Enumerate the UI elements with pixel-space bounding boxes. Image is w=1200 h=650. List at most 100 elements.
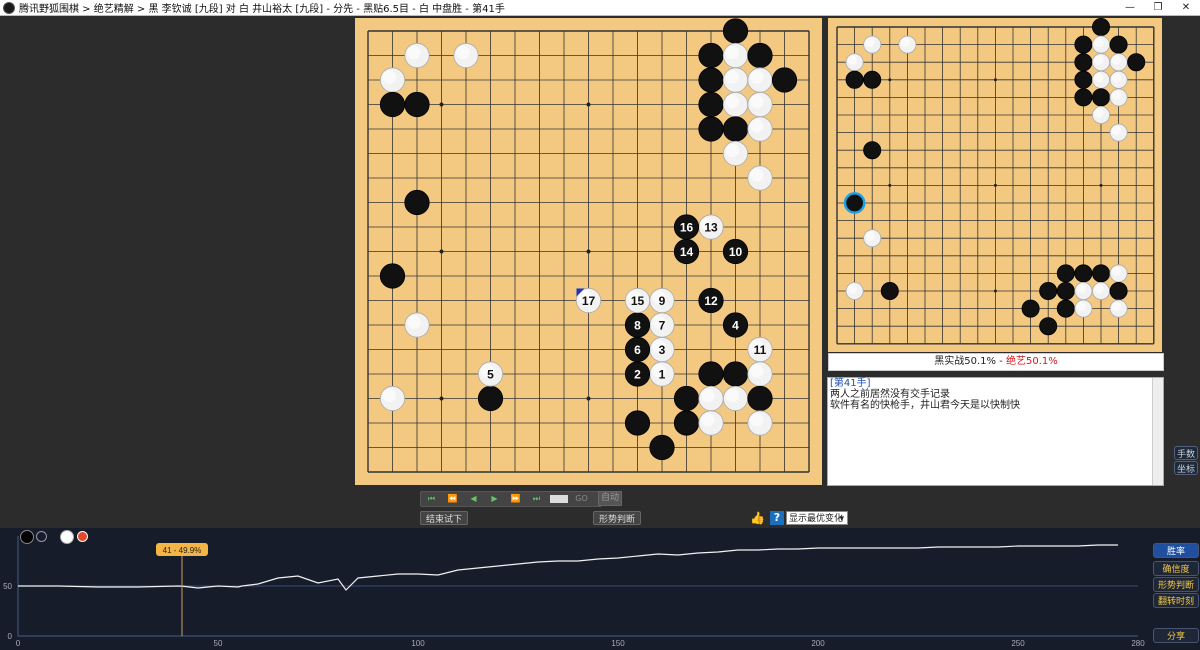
white-stone xyxy=(722,140,749,167)
move-number: 11 xyxy=(754,343,767,357)
help-icon[interactable]: ? xyxy=(770,511,784,525)
star-point xyxy=(993,183,997,187)
chart-tab-confidence[interactable]: 确信度 xyxy=(1153,561,1199,576)
move-number: 14 xyxy=(680,245,694,259)
black-stone xyxy=(1074,264,1093,283)
star-point xyxy=(993,78,997,82)
white-stone xyxy=(898,35,917,54)
end-trial-button[interactable]: 结束试下 xyxy=(420,511,468,525)
black-stone xyxy=(1039,317,1058,336)
black-stone xyxy=(1109,35,1128,54)
chart-tab-situation[interactable]: 形势判断 xyxy=(1153,577,1199,592)
move-number: 6 xyxy=(634,343,641,357)
go-button[interactable]: GO xyxy=(571,493,592,505)
first-move-icon[interactable]: ⏮ xyxy=(421,493,442,505)
black-stone xyxy=(1021,299,1040,318)
black-stone xyxy=(771,67,798,93)
black-stone xyxy=(845,70,864,89)
black-stone xyxy=(379,263,406,289)
x-tick-label: 150 xyxy=(611,639,625,648)
previous-move-icon[interactable]: ◀ xyxy=(463,493,484,505)
black-stone xyxy=(863,70,882,89)
comment-scrollbar[interactable] xyxy=(1152,378,1163,485)
move-number: 2 xyxy=(634,367,641,381)
thumbs-up-icon[interactable]: 👍 xyxy=(750,511,765,525)
white-stone xyxy=(1074,281,1093,300)
ai-winrate-label: 绝艺50.1% xyxy=(1005,356,1058,367)
white-stone: 9 xyxy=(649,287,675,314)
white-stone xyxy=(1091,281,1110,300)
black-stone: 10 xyxy=(722,238,749,265)
white-stone: 7 xyxy=(649,312,675,338)
white-stone xyxy=(722,91,749,118)
judge-button[interactable]: 形势判断 xyxy=(593,511,641,525)
chart-tab-winrate[interactable]: 胜率 xyxy=(1153,543,1199,558)
x-tick-label: 280 xyxy=(1131,639,1145,648)
move-number: 7 xyxy=(659,318,666,332)
black-stone: 6 xyxy=(624,336,651,363)
white-stone: 1 xyxy=(649,361,675,387)
black-stone xyxy=(624,410,651,436)
move-number: 12 xyxy=(704,294,718,308)
app-logo-icon xyxy=(3,1,15,14)
white-stone xyxy=(698,385,724,412)
last-move-icon[interactable]: ⏭ xyxy=(526,493,547,505)
x-tick-label: 100 xyxy=(411,639,425,648)
move-number: 10 xyxy=(729,245,743,259)
star-point xyxy=(888,183,892,187)
y-tick-label: 50 xyxy=(3,582,12,591)
white-stone xyxy=(1109,70,1128,89)
share-button[interactable]: 分享 xyxy=(1153,628,1199,643)
white-stone xyxy=(1109,123,1128,142)
winrate-chart[interactable]: 0 50 100 150 200 250 280 0 50 41 - 49.9% xyxy=(0,528,1150,650)
black-stone xyxy=(673,385,700,412)
star-point xyxy=(439,396,444,401)
next-move-icon[interactable]: ▶ xyxy=(484,493,505,505)
star-point xyxy=(888,78,892,82)
auto-play-button[interactable]: 自动 xyxy=(598,491,622,506)
coordinate-toggle[interactable]: 坐标 xyxy=(1174,461,1198,475)
x-tick-label: 200 xyxy=(811,639,825,648)
white-stone xyxy=(722,67,749,93)
move-number: 5 xyxy=(487,367,494,381)
black-stone xyxy=(1056,281,1075,300)
playback-controls: ⏮ ⏪ ◀ ▶ ⏩ ⏭ GO xyxy=(420,491,602,507)
comment-panel[interactable]: [第41手] 两人之前居然没有交手记录 软件有名的快枪手，井山君今天是以快制快 xyxy=(827,377,1164,486)
white-stone xyxy=(379,385,406,412)
move-number: 17 xyxy=(582,294,596,308)
white-stone: 13 xyxy=(698,214,724,240)
star-point xyxy=(586,249,591,254)
comment-line: 软件有名的快枪手，井山君今天是以快制快 xyxy=(830,400,1020,411)
black-stone xyxy=(649,434,675,461)
white-stone xyxy=(747,67,773,93)
white-stone xyxy=(1091,106,1110,125)
black-stone xyxy=(1091,88,1110,107)
move-number: 13 xyxy=(704,220,718,234)
black-stone: 14 xyxy=(673,238,700,265)
black-stone: 2 xyxy=(624,361,651,387)
rewind-icon[interactable]: ⏪ xyxy=(442,493,463,505)
move-number-input[interactable] xyxy=(550,495,568,503)
black-stone xyxy=(698,361,724,387)
minimize-button[interactable]: — xyxy=(1116,0,1144,15)
black-stone xyxy=(1056,299,1075,318)
chart-tab-turning-points[interactable]: 翻转时刻 xyxy=(1153,593,1199,608)
white-stone xyxy=(722,42,749,69)
black-stone xyxy=(404,91,430,118)
star-point xyxy=(993,289,997,293)
white-stone xyxy=(1109,88,1128,107)
white-stone xyxy=(845,53,864,72)
main-go-board[interactable]: 1234567891011121314151617 xyxy=(355,18,822,485)
white-stone xyxy=(747,116,773,142)
fast-forward-icon[interactable]: ⏩ xyxy=(505,493,526,505)
black-stone xyxy=(722,116,749,142)
maximize-button[interactable]: ❐ xyxy=(1144,0,1172,15)
black-stone xyxy=(379,91,406,118)
close-button[interactable]: ✕ xyxy=(1172,0,1200,15)
move-number-toggle[interactable]: 手数 xyxy=(1174,446,1198,460)
variation-board[interactable] xyxy=(828,18,1162,352)
star-point xyxy=(439,102,444,107)
move-number: 16 xyxy=(680,220,694,234)
black-stone xyxy=(1127,53,1146,72)
variation-select[interactable]: 显示最优变化 ▾ xyxy=(786,511,848,525)
